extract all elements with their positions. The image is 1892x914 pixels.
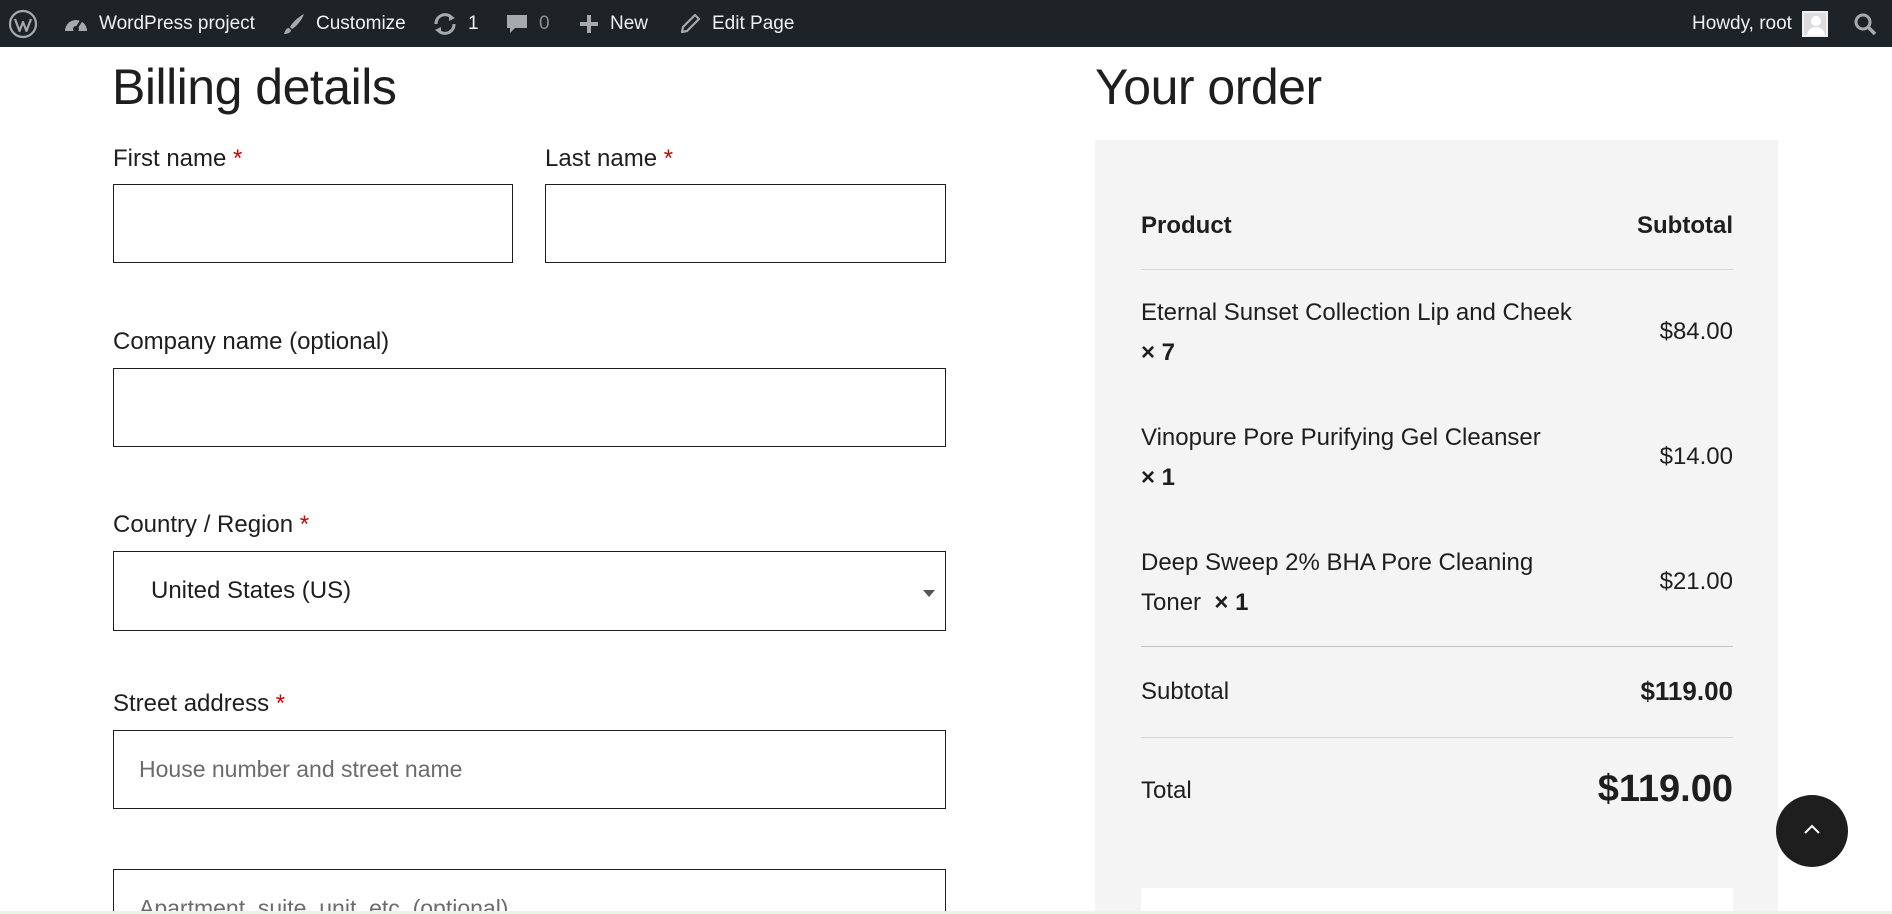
country-select[interactable]: United States (US)	[113, 551, 946, 631]
search-icon[interactable]	[1853, 0, 1877, 47]
order-item-price: $21.00	[1659, 568, 1733, 595]
customize-label: Customize	[316, 12, 406, 34]
street-address-placeholder: House number and street name	[139, 756, 463, 782]
pencil-icon	[678, 12, 702, 36]
howdy-label: Howdy, root	[1692, 12, 1792, 34]
first-name-label: First name *	[113, 145, 242, 173]
required-mark: *	[299, 511, 310, 538]
subtotal-label: Subtotal	[1141, 678, 1230, 705]
comment-icon	[505, 12, 529, 36]
total-label: Total	[1141, 777, 1192, 804]
customize-link[interactable]: Customize	[282, 0, 406, 47]
first-name-label-text: First name	[113, 145, 227, 172]
billing-details-title: Billing details	[112, 59, 397, 115]
total-value: $119.00	[1597, 768, 1733, 810]
order-item-name-line-2-text: Toner	[1141, 589, 1202, 616]
last-name-label-text: Last name	[545, 145, 658, 172]
order-item-price: $14.00	[1659, 443, 1733, 470]
order-item-price: $84.00	[1659, 318, 1733, 345]
order-item-name-line: Eternal Sunset Collection Lip and Cheek	[1141, 299, 1572, 326]
wordpress-logo-icon[interactable]	[8, 0, 38, 47]
product-column-header: Product	[1141, 212, 1232, 239]
chevron-down-icon	[923, 590, 935, 597]
last-name-label: Last name *	[545, 145, 673, 173]
last-name-field[interactable]	[545, 184, 946, 263]
order-item-name-line: Deep Sweep 2% BHA Pore Cleaning	[1141, 549, 1534, 576]
new-label: New	[610, 12, 649, 34]
company-name-field[interactable]	[113, 368, 946, 447]
subtotal-column-header: Subtotal	[1637, 212, 1733, 239]
order-item-qty: × 1	[1214, 589, 1249, 616]
street-address-label: Street address *	[113, 690, 285, 718]
avatar	[1801, 10, 1828, 37]
required-mark: *	[275, 690, 286, 717]
order-item-name-line: Vinopure Pore Purifying Gel Cleanser	[1141, 424, 1541, 451]
plus-icon	[578, 13, 600, 35]
apartment-field[interactable]: Apartment, suite, unit, etc. (optional)	[113, 869, 946, 914]
chevron-up-icon	[1802, 822, 1822, 841]
order-item-name: Eternal Sunset Collection Lip and Cheek …	[1141, 293, 1572, 373]
company-name-label: Company name (optional)	[113, 328, 390, 355]
updates-link[interactable]: 1	[432, 0, 479, 47]
subtotal-value: $119.00	[1640, 676, 1733, 706]
street-address-field[interactable]: House number and street name	[113, 730, 946, 809]
header-divider	[1141, 269, 1733, 270]
street-address-label-text: Street address	[113, 690, 270, 717]
order-item-qty: × 7	[1141, 339, 1176, 366]
updates-count: 1	[468, 12, 479, 34]
edit-page-link[interactable]: Edit Page	[678, 0, 794, 47]
admin-bar: WordPress project Customize 1 0 New Edit…	[0, 0, 1892, 47]
country-select-value: United States (US)	[151, 577, 352, 604]
country-label-text: Country / Region	[113, 511, 294, 538]
your-order-title: Your order	[1095, 59, 1322, 115]
subtotal-divider	[1141, 737, 1733, 738]
comments-link[interactable]: 0	[505, 0, 550, 47]
site-name-label: WordPress project	[99, 12, 255, 34]
country-label: Country / Region *	[113, 511, 309, 539]
order-item-name: Deep Sweep 2% BHA Pore Cleaning Toner × …	[1141, 543, 1533, 623]
order-item-name-line-2: Toner × 1	[1141, 583, 1533, 623]
first-name-field[interactable]	[113, 184, 513, 263]
order-item-name: Vinopure Pore Purifying Gel Cleanser × 1	[1141, 418, 1541, 498]
my-account-link[interactable]: Howdy, root	[1692, 0, 1828, 47]
scroll-to-top-button[interactable]	[1776, 795, 1848, 867]
site-name-link[interactable]: WordPress project	[63, 0, 255, 47]
comments-count: 0	[539, 12, 550, 34]
required-mark: *	[233, 145, 243, 172]
updates-icon	[432, 12, 458, 36]
new-content-link[interactable]: New	[578, 0, 648, 47]
brush-icon	[282, 12, 306, 36]
edit-page-label: Edit Page	[712, 12, 795, 34]
items-divider	[1141, 646, 1733, 647]
required-mark: *	[663, 145, 674, 172]
order-item-qty: × 1	[1141, 464, 1176, 491]
dashboard-icon	[63, 12, 89, 36]
